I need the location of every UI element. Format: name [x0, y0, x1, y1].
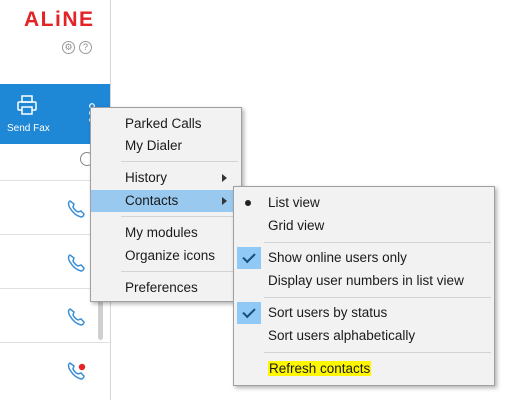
scrollbar-thumb[interactable]: [98, 300, 103, 340]
submenu-item-display-user-numbers[interactable]: Display user numbers in list view: [234, 270, 494, 292]
help-icon[interactable]: ?: [79, 41, 92, 54]
menu-item-parked-calls[interactable]: Parked Calls: [91, 113, 241, 135]
gear-icon[interactable]: ⚙: [62, 41, 75, 54]
menu-item-label: Sort users by status: [268, 305, 388, 320]
menu-separator: [264, 352, 491, 353]
submenu-item-refresh-contacts[interactable]: Refresh contacts: [234, 358, 494, 380]
menu-item-label: Contacts: [125, 193, 179, 208]
phone-missed-icon[interactable]: [66, 361, 88, 383]
selected-bullet-icon: [245, 200, 251, 206]
menu-item-organize-icons[interactable]: Organize icons: [91, 245, 241, 267]
checkmark-icon: [237, 302, 261, 324]
send-fax-label: Send Fax: [7, 123, 50, 134]
menu-separator: [121, 271, 238, 272]
menu-item-my-dialer[interactable]: My Dialer: [91, 135, 241, 157]
menu-separator: [264, 242, 491, 243]
phone-icon[interactable]: [66, 253, 86, 273]
aline-logo: ALiNE: [24, 8, 95, 31]
list-item[interactable]: [0, 343, 110, 400]
phone-icon[interactable]: [66, 199, 86, 219]
menu-item-label: History: [125, 170, 168, 185]
menu-separator: [264, 297, 491, 298]
submenu-item-grid-view[interactable]: Grid view: [234, 215, 494, 237]
menu-separator: [121, 216, 238, 217]
submenu-arrow-icon: [222, 174, 227, 182]
phone-icon[interactable]: [66, 307, 86, 327]
menu-item-contacts[interactable]: Contacts: [91, 190, 241, 212]
contacts-submenu: List view Grid view Show online users on…: [233, 186, 495, 386]
submenu-item-show-online-only[interactable]: Show online users only: [234, 247, 494, 269]
printer-icon: [17, 95, 37, 115]
menu-item-preferences[interactable]: Preferences: [91, 277, 241, 299]
submenu-item-list-view[interactable]: List view: [234, 192, 494, 214]
context-menu: Parked Calls My Dialer History Contacts …: [90, 107, 242, 302]
highlighted-label: Refresh contacts: [268, 361, 372, 376]
menu-item-my-modules[interactable]: My modules: [91, 222, 241, 244]
submenu-item-sort-by-status[interactable]: Sort users by status: [234, 302, 494, 324]
top-icons: ⚙ ?: [62, 41, 92, 54]
menu-item-label: List view: [268, 195, 320, 210]
menu-separator: [121, 161, 238, 162]
menu-item-history[interactable]: History: [91, 167, 241, 189]
checkmark-icon: [237, 247, 261, 269]
menu-item-label: Show online users only: [268, 250, 407, 265]
submenu-arrow-icon: [222, 197, 227, 205]
submenu-item-sort-alphabetically[interactable]: Sort users alphabetically: [234, 325, 494, 347]
